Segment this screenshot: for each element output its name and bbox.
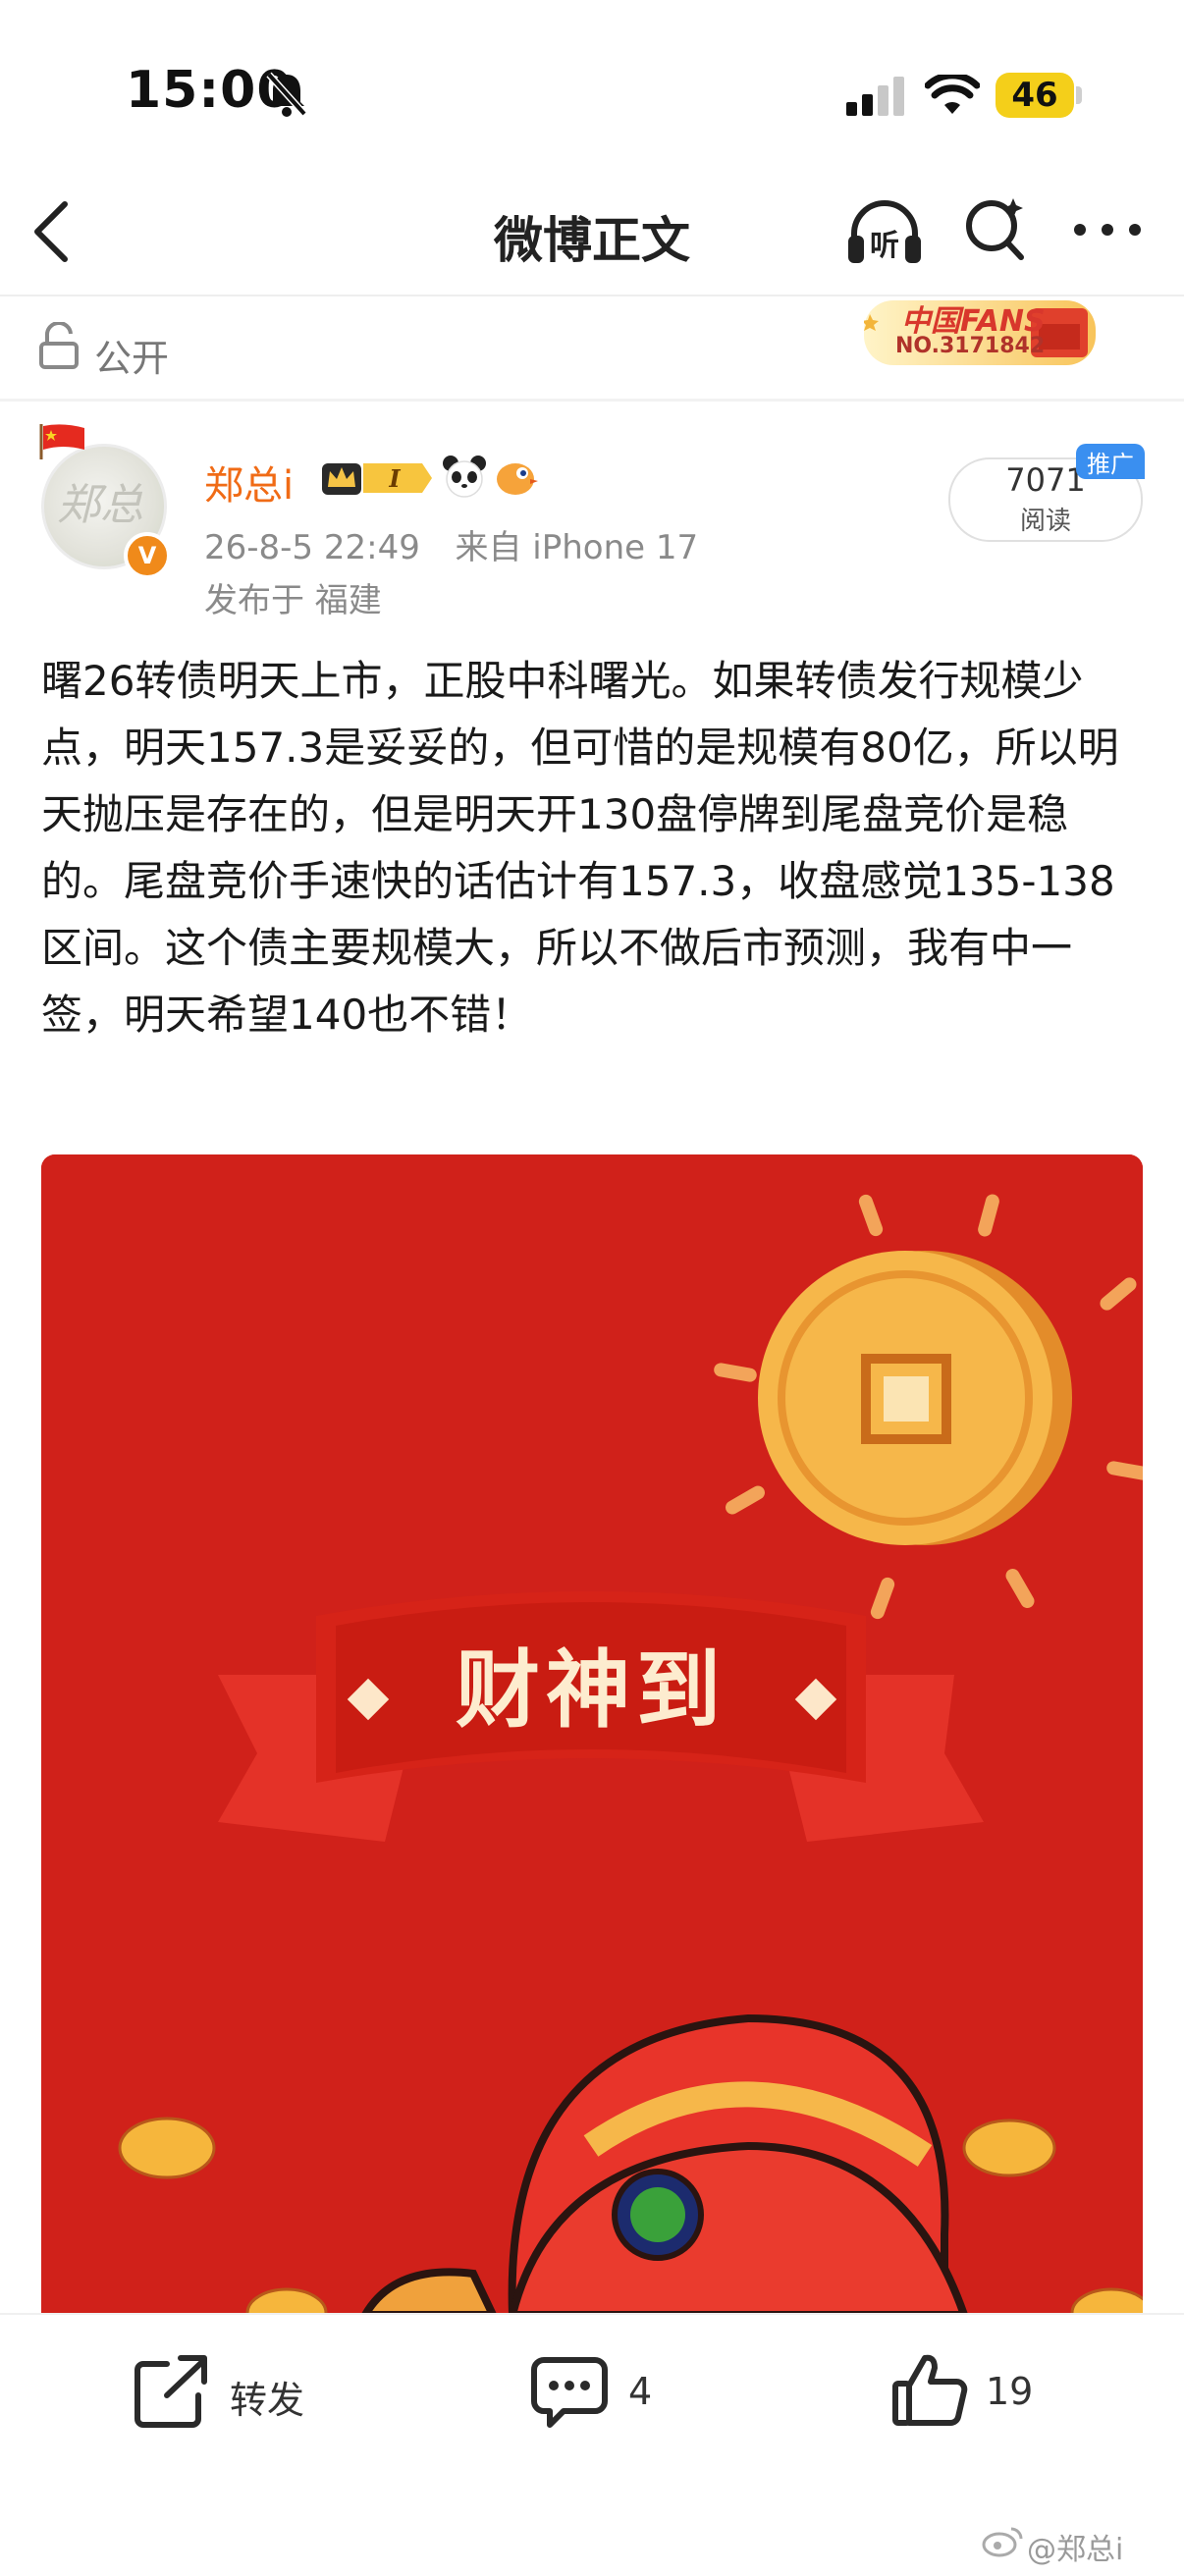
watermark: @郑总i <box>1027 2533 1124 2567</box>
post-image[interactable]: 财神到 <box>41 1154 1143 2315</box>
lock-open-icon <box>39 322 79 369</box>
visibility-label: 公开 <box>94 337 170 380</box>
like-count[interactable]: 19 <box>986 2370 1033 2413</box>
listen-headphones-icon[interactable]: 听 <box>844 196 925 267</box>
cartoon-bird-icon <box>497 463 538 495</box>
read-label: 阅读 <box>1019 507 1071 536</box>
verified-badge: V <box>124 532 171 579</box>
post-location: 发布于 福建 <box>204 581 382 620</box>
battery-tip <box>1076 86 1082 104</box>
vip-crown-level-badge: I <box>322 463 432 495</box>
repost-label[interactable]: 转发 <box>230 2370 304 2424</box>
post-timestamp: 26-8-5 22:49 <box>204 528 420 567</box>
comment-count[interactable]: 4 <box>628 2370 652 2413</box>
post-source: 来自 iPhone 17 <box>455 528 699 567</box>
comment-icon[interactable] <box>530 2356 609 2429</box>
post-meta: 26-8-5 22:49 来自 iPhone 17 <box>204 520 698 568</box>
image-banner-text: 财神到 <box>456 1640 727 1740</box>
search-icon[interactable] <box>962 194 1031 265</box>
author-name[interactable]: 郑总i <box>204 454 294 510</box>
svg-text:I: I <box>388 464 401 493</box>
panda-icon <box>443 456 486 498</box>
like-thumbs-up-icon[interactable] <box>891 2352 968 2429</box>
avatar-signature: 郑总 <box>57 480 143 530</box>
svg-text:听: 听 <box>870 229 899 263</box>
repost-icon[interactable] <box>134 2354 210 2429</box>
post-body-text: 曙26转债明天上市，正股中科曙光。如果转债发行规模少点，明天157.3是妥妥的，… <box>41 657 1119 1039</box>
section-divider <box>0 399 1184 402</box>
fans-badge-number: NO.3171842 <box>895 334 1046 358</box>
wifi-icon <box>925 75 980 114</box>
battery-indicator: 46 <box>996 73 1074 118</box>
weibo-logo-icon <box>982 2527 1023 2557</box>
cellular-signal-icon <box>846 77 904 116</box>
promote-badge[interactable]: 推广 <box>1076 444 1145 479</box>
bell-muted-icon <box>266 72 307 117</box>
more-options-icon[interactable] <box>1072 220 1143 240</box>
china-flag-icon <box>39 424 84 459</box>
